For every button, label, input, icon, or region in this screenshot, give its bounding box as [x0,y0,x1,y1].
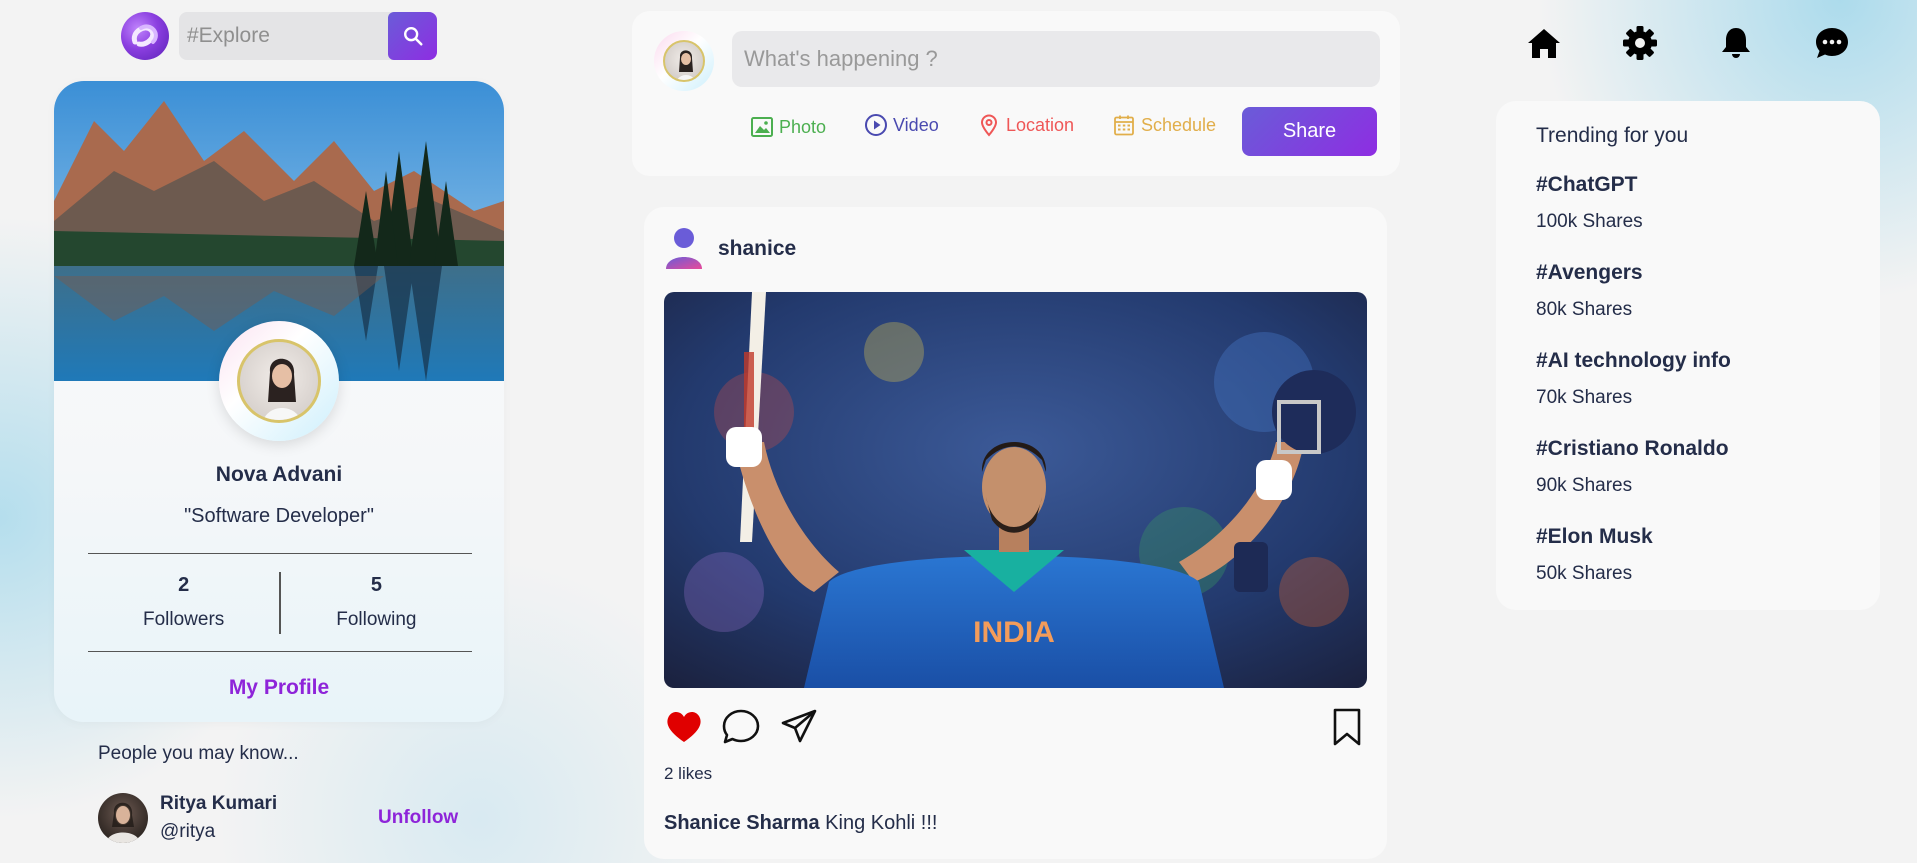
photo-option[interactable]: Photo [750,115,826,139]
bookmark-button[interactable] [1327,707,1367,747]
profile-stats: 2 Followers 5 Following [88,553,472,652]
composer-profile-photo [677,50,695,80]
unfollow-button[interactable]: Unfollow [378,807,458,829]
schedule-label: Schedule [1141,114,1217,135]
location-label: Location [1006,114,1075,135]
trend-tag: #AI technology info [1536,349,1731,372]
following-count: 5 [370,574,382,596]
trending-card: Trending for you #ChatGPT 100k Shares #A… [1496,101,1880,610]
post-composer: Photo Video Location Schedule Share [632,11,1400,176]
calendar-icon [1114,115,1134,136]
caption-author[interactable]: Shanice Sharma [664,812,820,834]
video-option[interactable]: Video [864,113,939,137]
svg-text:INDIA: INDIA [973,616,1055,649]
trend-tag: #Avengers [1536,261,1643,284]
person-photo [106,802,140,843]
comment-button[interactable] [721,707,761,747]
post-image[interactable]: INDIA [664,292,1367,688]
trend-item[interactable]: #Avengers 80k Shares [1536,261,1643,321]
profile-avatar[interactable] [219,321,339,441]
profile-role: "Software Developer" [184,505,374,527]
trend-tag: #Cristiano Ronaldo [1536,437,1729,460]
location-option[interactable]: Location [977,113,1074,137]
home-icon [1528,29,1560,58]
suggestion-handle: @ritya [160,821,216,842]
nav-notifications[interactable] [1718,25,1754,61]
search-icon [403,27,423,46]
trend-shares: 90k Shares [1536,475,1633,496]
whats-happening-input[interactable] [732,31,1380,87]
comment-bubble-icon [722,709,760,744]
suggestions-title: People you may know... [98,743,299,764]
profile-card: Nova Advani "Software Developer" 2 Follo… [54,81,504,722]
search-button[interactable] [388,12,437,60]
caption-text: King Kohli !!! [819,812,938,834]
composer-avatar[interactable] [654,31,714,91]
search-bar [179,12,437,60]
trend-item[interactable]: #Elon Musk 50k Shares [1536,525,1653,585]
nav-settings[interactable] [1622,25,1658,61]
trend-item[interactable]: #AI technology info 70k Shares [1536,349,1731,409]
send-button[interactable] [779,707,819,747]
notification-bell-icon [1722,28,1750,58]
followers-label: Followers [142,609,225,630]
post-username[interactable]: shanice [718,237,796,261]
user-icon [666,228,702,269]
trend-shares: 50k Shares [1536,563,1633,584]
post-card: shanice INDIA 2 likes Shanice Sharma Kin… [644,207,1387,859]
logo-swirl-icon [131,24,158,47]
nav-messages[interactable] [1814,25,1850,61]
followers-count: 2 [178,574,190,596]
trend-tag: #Elon Musk [1536,525,1653,548]
trend-shares: 70k Shares [1536,387,1633,408]
settings-gear-icon [1623,26,1657,60]
photo-label: Photo [779,116,827,137]
following-stat[interactable]: 5 Following [281,574,472,631]
following-label: Following [336,609,417,630]
suggestion-avatar[interactable] [98,793,148,843]
trend-shares: 100k Shares [1536,211,1643,232]
schedule-option[interactable]: Schedule [1112,113,1216,137]
profile-photo [263,358,301,420]
heart-icon [667,711,701,742]
post-photo: INDIA [664,292,1367,688]
post-caption: Shanice Sharma King Kohli !!! [664,812,937,835]
location-pin-icon [980,114,998,137]
image-icon [751,117,773,137]
like-button[interactable] [664,707,704,747]
bookmark-icon [1333,708,1361,746]
likes-count: 2 likes [664,764,713,783]
share-button[interactable]: Share [1242,107,1377,156]
trend-item[interactable]: #Cristiano Ronaldo 90k Shares [1536,437,1729,497]
trending-title: Trending for you [1536,124,1689,147]
profile-name: Nova Advani [215,463,343,486]
chat-bubble-icon [1816,28,1848,58]
play-circle-icon [865,114,887,136]
trend-tag: #ChatGPT [1536,173,1638,196]
suggestion-name[interactable]: Ritya Kumari [160,793,277,815]
send-paper-plane-icon [781,709,817,743]
my-profile-link[interactable]: My Profile [54,676,504,700]
nav-home[interactable] [1526,25,1562,61]
followers-stat[interactable]: 2 Followers [88,574,279,631]
app-logo[interactable] [121,12,169,60]
trend-item[interactable]: #ChatGPT 100k Shares [1536,173,1643,233]
trend-shares: 80k Shares [1536,299,1633,320]
video-label: Video [893,114,939,135]
search-input[interactable] [179,12,388,60]
